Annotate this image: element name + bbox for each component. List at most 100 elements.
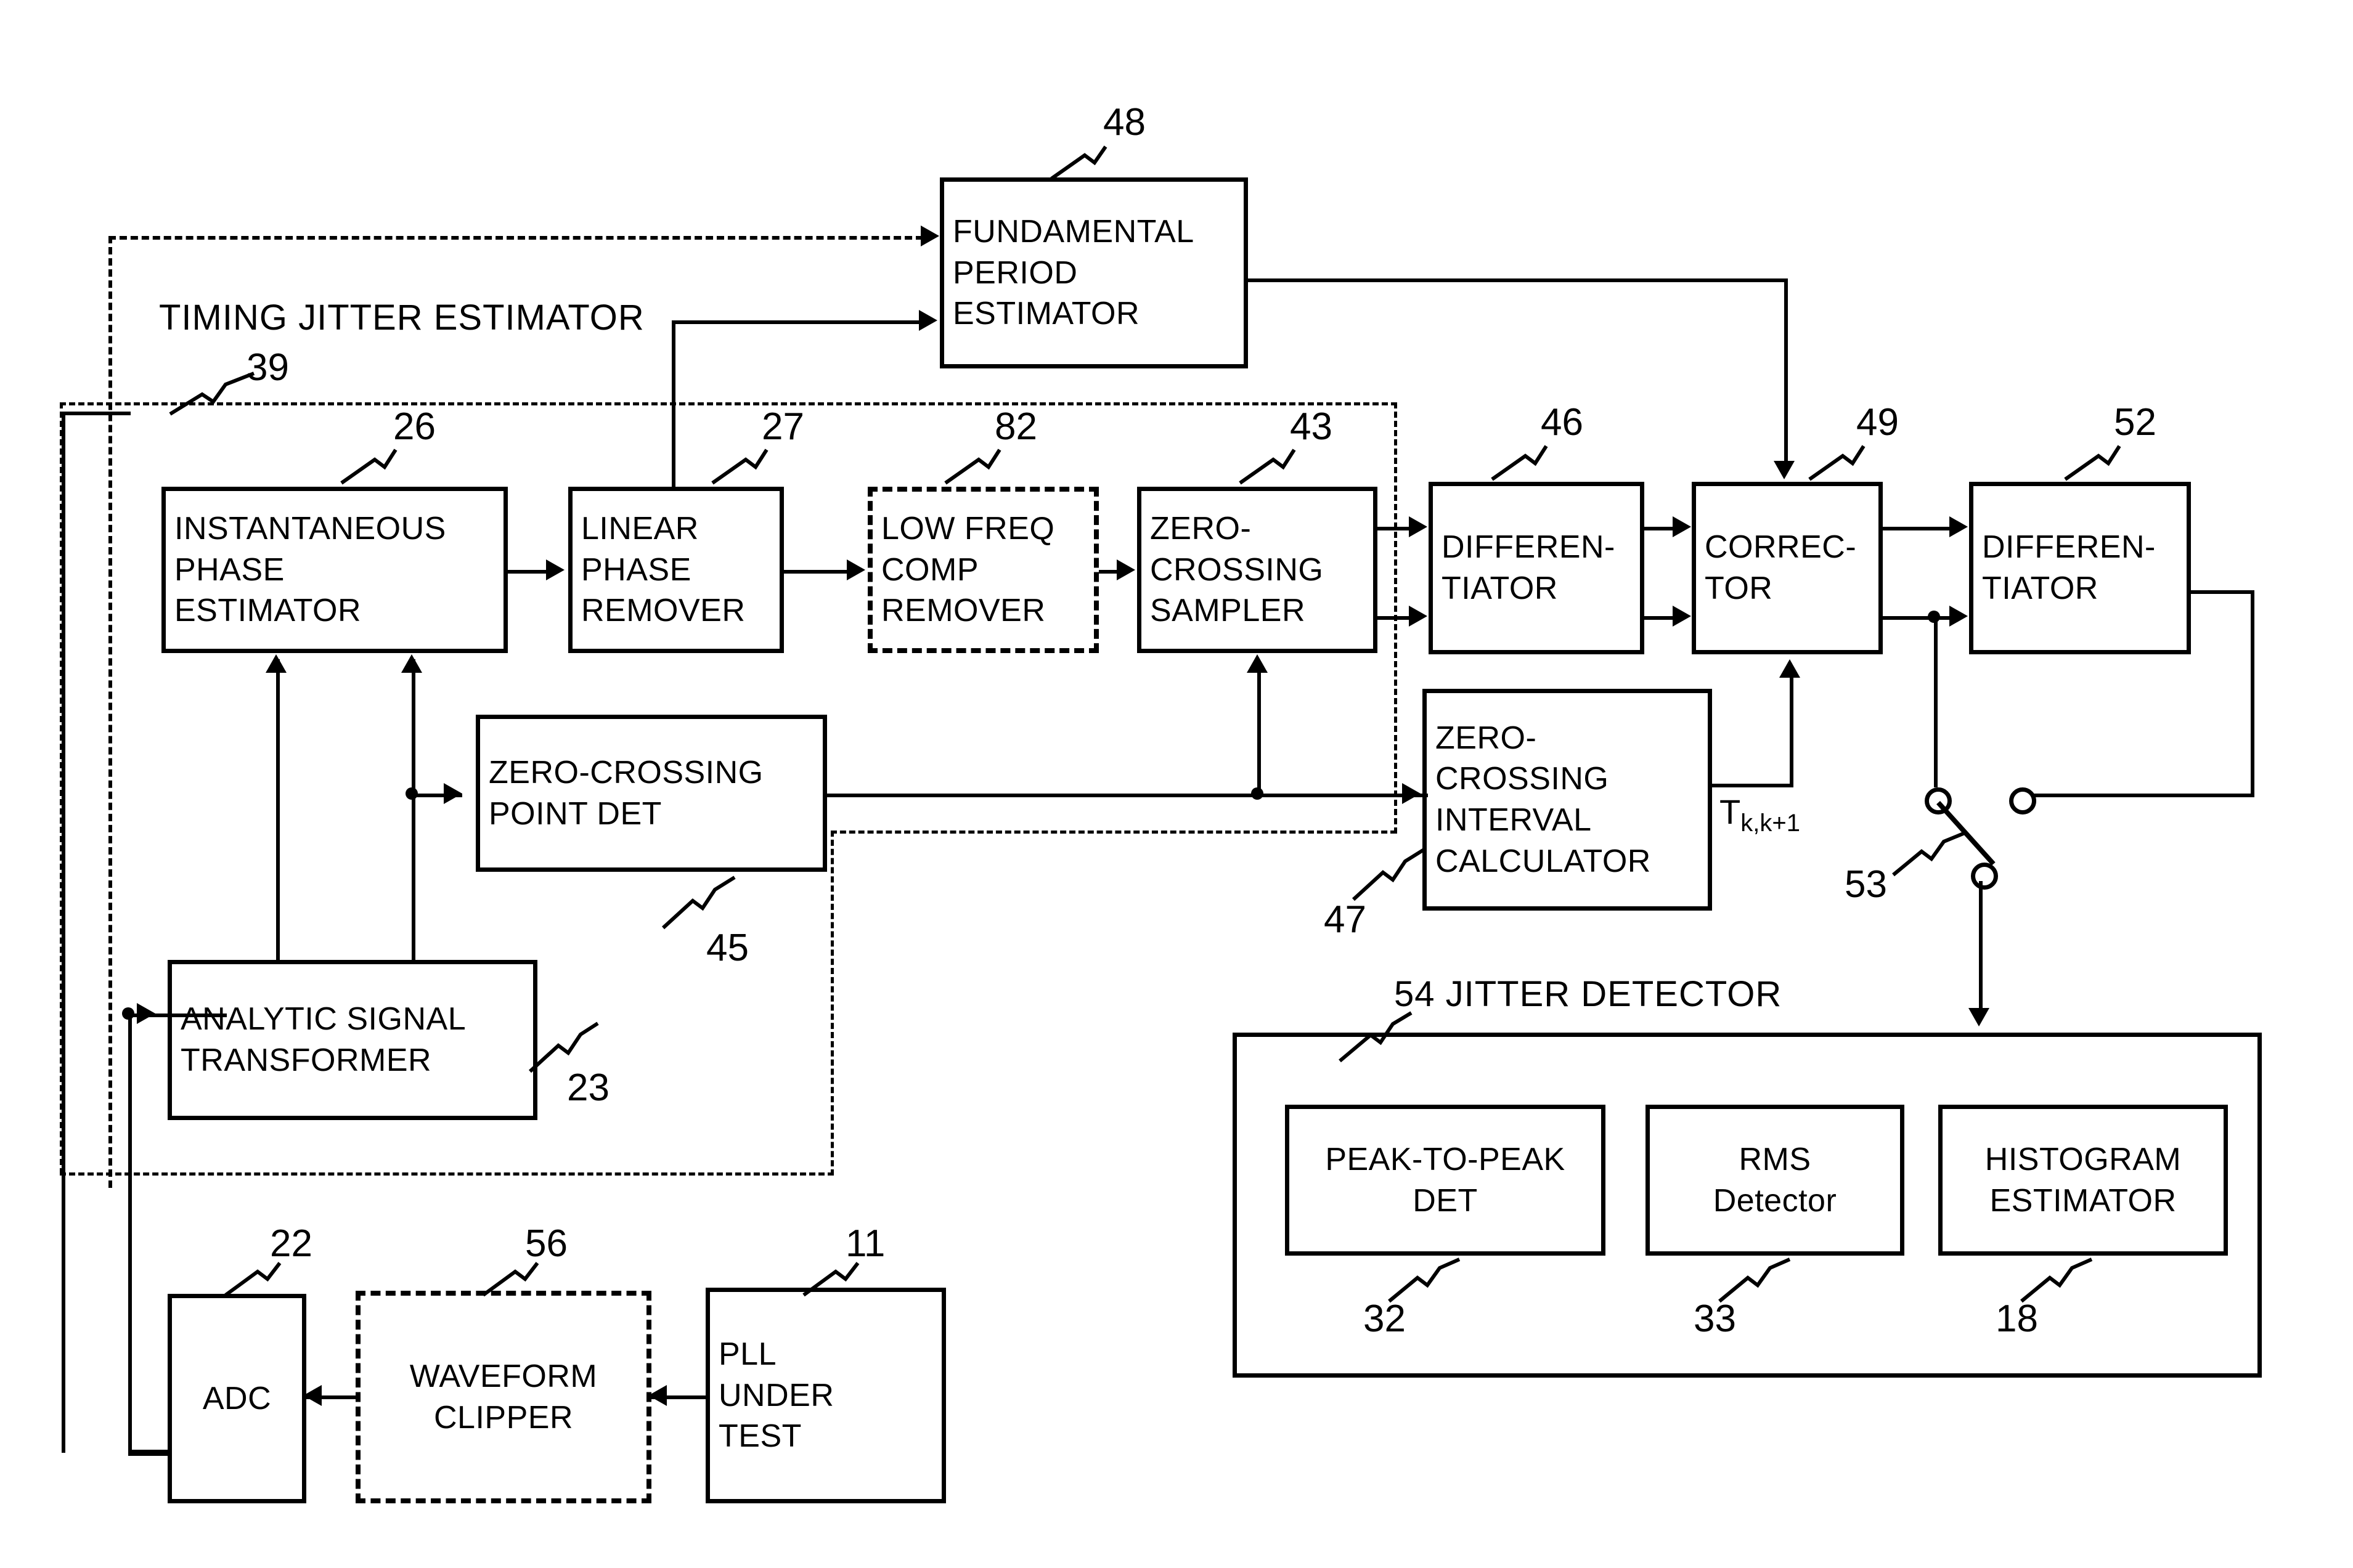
block-zero-crossing-sampler[interactable]: ZERO- CROSSING SAMPLER: [1137, 487, 1377, 653]
block-corrector[interactable]: CORREC- TOR: [1692, 482, 1883, 654]
switch-terminal-from-differentiator[interactable]: [2009, 787, 2036, 814]
wire-ast-out-up: [276, 659, 280, 962]
junction-ast-input: [122, 1007, 134, 1020]
block-fundamental-period-estimator[interactable]: FUNDAMENTAL PERIOD ESTIMATOR: [940, 177, 1248, 368]
block-line: INTERVAL: [1435, 802, 1592, 838]
jitter-detector-title: 54 JITTER DETECTOR: [1394, 974, 1782, 1014]
tje-boundary-bottom: [60, 1172, 834, 1176]
switch-common-pole[interactable]: [1971, 863, 1998, 890]
arrow-46-to-49-top: [1673, 516, 1691, 537]
leader-39: [169, 372, 255, 416]
arrow-to-analytic-signal-transformer: [137, 1003, 155, 1024]
block-line: LINEAR: [581, 511, 699, 547]
block-line: REMOVER: [881, 593, 1046, 629]
wire-27-to-48-h: [672, 320, 921, 324]
ref-53: 53: [1845, 863, 1887, 906]
block-line: ANALYTIC SIGNAL: [181, 1001, 467, 1038]
leader-27: [711, 449, 769, 485]
leader-49: [1808, 445, 1866, 481]
label-Tkk1: Tk,k+1: [1719, 795, 1800, 837]
wire-43-to-46-top: [1377, 527, 1411, 530]
block-line: ZERO-: [1435, 720, 1537, 756]
block-pll-under-test[interactable]: PLL UNDER TEST: [706, 1288, 946, 1503]
block-line: CROSSING: [1150, 551, 1324, 588]
label-Tkk1-sub: k,k+1: [1740, 810, 1800, 837]
block-low-freq-comp-remover[interactable]: LOW FREQ COMP REMOVER: [868, 487, 1099, 653]
block-instantaneous-phase-estimator[interactable]: INSTANTANEOUS PHASE ESTIMATOR: [161, 487, 508, 653]
block-rms-detector[interactable]: RMS Detector: [1645, 1105, 1904, 1256]
block-line: LOW FREQ: [881, 511, 1055, 547]
wire-switch-to-jitter-detector: [1979, 881, 1983, 1010]
arrow-47-to-corrector: [1779, 659, 1800, 678]
arrow-clipper-to-adc: [303, 1385, 322, 1406]
ref-82: 82: [995, 405, 1037, 448]
wire-26-to-27: [508, 570, 550, 574]
block-line: DIFFEREN-: [1982, 529, 2156, 566]
block-line: Detector: [1713, 1182, 1837, 1219]
block-zero-crossing-interval-calculator[interactable]: ZERO- CROSSING INTERVAL CALCULATOR: [1422, 689, 1712, 911]
block-line: TOR: [1705, 571, 1773, 606]
arrow-48-to-corrector: [1774, 461, 1795, 479]
arrow-49-to-52-bottom: [1949, 606, 1968, 627]
leader-53: [1892, 831, 1966, 877]
wire-adc-left-riser: [128, 1014, 132, 1452]
block-histogram-estimator[interactable]: HISTOGRAM ESTIMATOR: [1938, 1105, 2228, 1256]
block-line: PHASE: [174, 551, 285, 588]
junction-zcpd-branch: [1251, 787, 1263, 800]
tje-outer-top-dash: [108, 236, 923, 240]
block-line: DET: [1413, 1182, 1478, 1219]
ref-26: 26: [393, 405, 436, 448]
arrow-82-to-43: [1117, 559, 1135, 580]
wire-49-to-52-top: [1883, 527, 1951, 530]
leader-33: [1718, 1257, 1791, 1303]
block-differentiator-52[interactable]: DIFFEREN- TIATOR: [1969, 482, 2191, 654]
block-differentiator-46[interactable]: DIFFEREN- TIATOR: [1429, 482, 1644, 654]
block-line: ZERO-CROSSING: [489, 754, 764, 790]
leader-46: [1491, 445, 1548, 481]
wire-43-to-46-bottom: [1377, 616, 1411, 620]
leader-43: [1239, 449, 1296, 485]
block-line: TIATOR: [1982, 571, 2098, 606]
wire-46-to-49-bottom: [1644, 616, 1674, 620]
leader-32: [1388, 1257, 1461, 1303]
block-line: TEST: [719, 1418, 802, 1455]
wire-49-to-52-bottom: [1883, 616, 1951, 620]
block-line: PERIOD: [953, 254, 1078, 291]
block-peak-to-peak-det[interactable]: PEAK-TO-PEAK DET: [1285, 1105, 1605, 1256]
tje-boundary-mid: [831, 831, 1397, 834]
block-line: RMS: [1739, 1141, 1811, 1177]
leader-54: [1339, 1011, 1413, 1063]
wire-outer-left-riser: [62, 412, 65, 1453]
wire-adc-box-left: [128, 1452, 171, 1456]
arrow-46-to-49-bottom: [1673, 606, 1691, 627]
leader-82: [944, 449, 1001, 485]
leader-18: [2020, 1257, 2093, 1303]
block-line: ADC: [202, 1380, 272, 1416]
ref-48: 48: [1103, 101, 1146, 144]
block-line: ESTIMATOR: [953, 296, 1140, 332]
block-line: SAMPLER: [1150, 593, 1306, 629]
block-analytic-signal-transformer[interactable]: ANALYTIC SIGNAL TRANSFORMER: [168, 960, 537, 1120]
junction-zcpd-input: [406, 787, 418, 800]
ref-45: 45: [706, 927, 749, 969]
block-adc[interactable]: ADC: [168, 1294, 306, 1503]
arrow-zcpd-to-sampler: [1247, 654, 1268, 673]
block-line: POINT DET: [489, 795, 662, 832]
block-line: PEAK-TO-PEAK: [1325, 1141, 1565, 1177]
block-line: REMOVER: [581, 593, 746, 629]
wire-zcpd-branch-up-to-sampler: [1257, 672, 1261, 795]
wire-zcpd-out: [827, 794, 1428, 797]
block-waveform-clipper[interactable]: WAVEFORM CLIPPER: [356, 1291, 651, 1503]
arrow-ast-to-26: [401, 654, 422, 673]
block-linear-phase-remover[interactable]: LINEAR PHASE REMOVER: [568, 487, 784, 653]
ref-52: 52: [2114, 401, 2156, 444]
block-line: ZERO-: [1150, 511, 1252, 547]
arrow-49-to-52-top: [1949, 516, 1968, 537]
wire-27-to-82: [784, 570, 849, 574]
block-zero-crossing-point-det[interactable]: ZERO-CROSSING POINT DET: [476, 715, 827, 872]
arrow-43-to-46-bottom: [1409, 606, 1427, 627]
arrow-26-to-27: [546, 559, 565, 580]
block-line: WAVEFORM: [409, 1358, 598, 1394]
leader-56: [482, 1262, 539, 1297]
wire-ast-to-26: [412, 659, 415, 962]
